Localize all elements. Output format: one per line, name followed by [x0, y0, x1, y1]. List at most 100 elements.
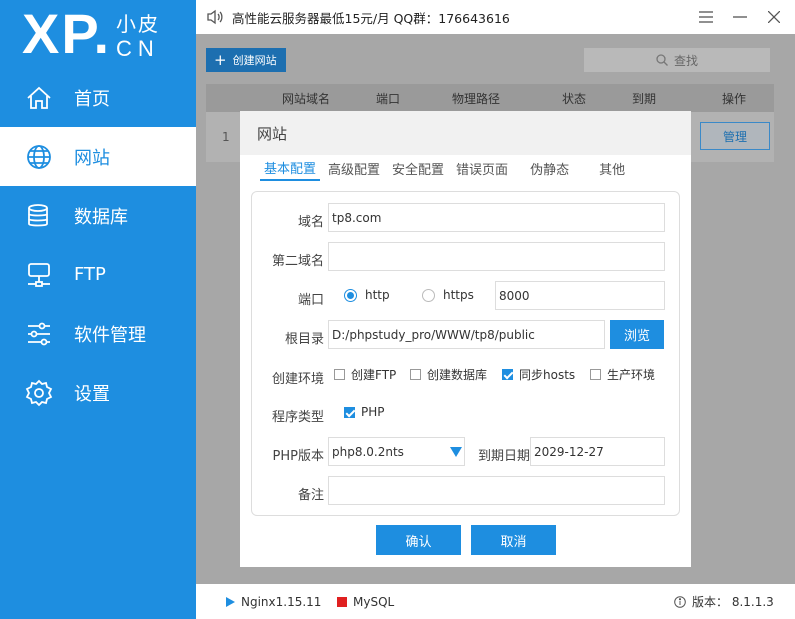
sidebar-item-website[interactable]: 网站 — [0, 127, 196, 186]
logo: XP. 小皮 CN — [22, 2, 192, 66]
port-label: 端口 — [297, 293, 324, 308]
website-dialog: 网站 基本配置 高级配置 安全配置 错误页面 伪静态 其他 域名 tp8.com… — [240, 111, 691, 567]
sidebar-item-software[interactable]: 软件管理 — [0, 304, 196, 363]
checkbox-icon — [590, 369, 601, 380]
dialog-title: 网站 — [257, 124, 288, 143]
version-label: 版本： 8.1.1.3 — [692, 595, 774, 609]
plus-icon: + — [214, 51, 227, 69]
create-website-button[interactable]: + 创建网站 — [206, 48, 286, 72]
nginx-status[interactable]: Nginx1.15.11 — [226, 595, 321, 609]
production-env-checkbox[interactable]: 生产环境 — [590, 366, 655, 383]
create-ftp-label: 创建FTP — [351, 368, 397, 382]
logo-cn-top: 小皮 — [116, 12, 160, 36]
second-domain-input[interactable] — [328, 242, 665, 271]
close-icon[interactable] — [761, 6, 787, 28]
browse-button[interactable]: 浏览 — [610, 320, 664, 349]
php-version-select[interactable]: php8.0.2nts — [328, 437, 465, 466]
nginx-label: Nginx1.15.11 — [241, 594, 322, 609]
program-type-label: 程序类型 — [271, 410, 324, 425]
root-dir-input[interactable]: D:/phpstudy_pro/WWW/tp8/public — [328, 320, 605, 349]
create-ftp-checkbox[interactable]: 创建FTP — [334, 366, 396, 383]
database-icon — [24, 201, 54, 231]
confirm-button[interactable]: 确认 — [376, 525, 461, 555]
play-icon — [226, 596, 235, 607]
home-icon — [24, 83, 54, 113]
domain-label: 域名 — [297, 215, 324, 230]
minimize-icon[interactable] — [727, 6, 753, 28]
sync-hosts-label: 同步hosts — [519, 368, 576, 382]
dialog-tabs: 基本配置 高级配置 安全配置 错误页面 伪静态 其他 — [260, 155, 633, 183]
create-db-label: 创建数据库 — [427, 368, 488, 382]
create-website-label: 创建网站 — [232, 54, 277, 67]
php-label: PHP — [361, 405, 385, 419]
mysql-status[interactable]: MySQL — [337, 595, 394, 609]
ftp-server-icon — [24, 260, 54, 290]
notice-text[interactable]: 高性能云服务器最低15元/月 QQ群：176643616 — [232, 8, 510, 27]
tab-error-pages[interactable]: 错误页面 — [452, 155, 512, 181]
speaker-icon — [207, 9, 223, 25]
http-radio[interactable]: http — [344, 288, 390, 302]
tab-rewrite[interactable]: 伪静态 — [526, 155, 573, 181]
col-header-expire: 到期 — [632, 91, 657, 106]
domain-input[interactable]: tp8.com — [328, 203, 665, 232]
tab-security[interactable]: 安全配置 — [388, 155, 448, 181]
sidebar: XP. 小皮 CN 首页 网站 数据库 FTP 软件管理 设置 — [0, 0, 196, 619]
tab-basic[interactable]: 基本配置 — [260, 155, 321, 181]
sidebar-nav: 首页 网站 数据库 FTP 软件管理 设置 — [0, 68, 196, 422]
manage-button[interactable]: 管理 — [700, 122, 770, 150]
tab-advanced[interactable]: 高级配置 — [324, 155, 384, 181]
sidebar-item-label: 软件管理 — [74, 324, 146, 346]
table-header: 网站域名 端口 物理路径 状态 到期 操作 — [206, 84, 774, 112]
sync-hosts-checkbox[interactable]: 同步hosts — [502, 366, 575, 383]
sidebar-item-home[interactable]: 首页 — [0, 68, 196, 127]
sidebar-item-settings[interactable]: 设置 — [0, 363, 196, 422]
col-header-action: 操作 — [722, 91, 747, 106]
menu-icon[interactable] — [693, 6, 719, 28]
note-label: 备注 — [297, 488, 324, 503]
cancel-button[interactable]: 取消 — [471, 525, 556, 555]
mysql-label: MySQL — [353, 594, 395, 609]
https-radio[interactable]: https — [422, 288, 474, 302]
logo-xp: XP. — [22, 2, 112, 65]
sidebar-item-label: 网站 — [74, 147, 110, 169]
form-panel: 域名 tp8.com 第二域名 端口 http https 8000 根目录 D… — [251, 191, 680, 516]
checkbox-icon — [334, 369, 345, 380]
expire-label: 到期日期 — [477, 449, 530, 464]
note-input[interactable] — [328, 476, 665, 505]
checkbox-icon — [410, 369, 421, 380]
window-controls — [685, 6, 787, 28]
php-version-label: PHP版本 — [272, 449, 324, 464]
checkbox-checked-icon — [344, 406, 355, 418]
https-label: https — [443, 288, 474, 302]
col-header-status: 状态 — [562, 91, 587, 106]
expire-date-input[interactable]: 2029-12-27 — [530, 437, 665, 466]
port-input[interactable]: 8000 — [495, 281, 665, 310]
version-info: 版本： 8.1.1.3 — [674, 593, 774, 610]
root-label: 根目录 — [284, 332, 324, 347]
radio-checked-icon — [344, 288, 357, 302]
col-header-path: 物理路径 — [452, 91, 501, 106]
topbar: 高性能云服务器最低15元/月 QQ群：176643616 — [196, 0, 795, 34]
col-header-port: 端口 — [376, 91, 401, 106]
statusbar: Nginx1.15.11 MySQL 版本： 8.1.1.3 — [196, 584, 795, 619]
row-index: 1 — [222, 130, 230, 144]
php-checkbox[interactable]: PHP — [344, 405, 385, 419]
sidebar-item-database[interactable]: 数据库 — [0, 186, 196, 245]
stop-icon — [337, 596, 347, 607]
dialog-header: 网站 — [240, 111, 691, 155]
col-header-domain: 网站域名 — [282, 91, 331, 106]
sidebar-item-label: FTP — [74, 264, 106, 285]
sidebar-item-label: 设置 — [74, 383, 110, 405]
tab-other[interactable]: 其他 — [595, 155, 629, 181]
globe-icon — [24, 142, 54, 172]
http-label: http — [365, 288, 390, 302]
info-icon — [674, 595, 686, 608]
search-icon — [656, 54, 668, 66]
search-placeholder: 查找 — [673, 53, 698, 68]
create-db-checkbox[interactable]: 创建数据库 — [410, 366, 487, 383]
search-input[interactable]: 查找 — [584, 48, 770, 72]
production-env-label: 生产环境 — [607, 368, 656, 382]
checkbox-checked-icon — [502, 369, 513, 380]
logo-cn-bottom: CN — [116, 36, 160, 61]
sidebar-item-ftp[interactable]: FTP — [0, 245, 196, 304]
